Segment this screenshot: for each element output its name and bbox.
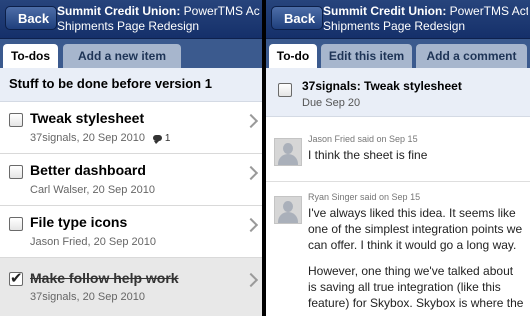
todo-checkbox[interactable] — [9, 217, 23, 231]
todo-checkbox[interactable] — [9, 113, 23, 127]
item-meta: Carl Walser, 20 Sep 2010 — [30, 184, 155, 196]
todo-checkbox[interactable] — [278, 83, 292, 97]
divider — [266, 181, 530, 182]
todo-detail-screen: Back Summit Credit Union: PowerTMS Activ… — [266, 0, 530, 316]
todo-due-date: Due Sep 20 — [302, 97, 361, 109]
comment-author: Jason Fried said on Sep 15 — [308, 134, 418, 144]
chevron-right-icon — [243, 217, 259, 233]
tab-bar: To-dos Add a new item — [0, 39, 262, 68]
todo-header: 37signals: Tweak stylesheet Due Sep 20 — [266, 68, 530, 117]
list-item[interactable]: Better dashboard Carl Walser, 20 Sep 201… — [0, 154, 262, 206]
project-name-line2: Shipments Page Redesign — [323, 19, 466, 33]
comment: Jason Fried said on Sep 15 I think the s… — [266, 130, 530, 180]
tab-add-comment[interactable]: Add a comment — [416, 44, 527, 68]
project-name-line1: PowerTMS Active — [449, 4, 528, 18]
org-name: Summit Credit Union: — [323, 4, 447, 18]
tab-edit-item[interactable]: Edit this item — [321, 44, 412, 68]
project-title: Summit Credit Union: PowerTMS Active Shi… — [323, 4, 528, 34]
list-item[interactable]: Tweak stylesheet 37signals, 20 Sep 2010 … — [0, 102, 262, 154]
list-title: Stuff to be done before version 1 — [0, 68, 262, 102]
tab-todos[interactable]: To-dos — [3, 44, 58, 68]
chevron-right-icon — [243, 165, 259, 181]
item-title: Tweak stylesheet — [30, 110, 145, 126]
item-meta: 37signals, 20 Sep 2010 1 — [30, 132, 171, 145]
back-button[interactable]: Back — [5, 6, 58, 30]
item-title: Better dashboard — [30, 162, 146, 178]
chevron-right-icon — [243, 272, 259, 288]
avatar — [274, 196, 302, 224]
tab-bar: To-do Edit this item Add a comment — [266, 39, 530, 68]
comment: Ryan Singer said on Sep 15 I've always l… — [266, 188, 530, 316]
comment-bubble-icon — [153, 135, 163, 145]
chevron-right-icon — [243, 113, 259, 129]
list-item[interactable]: Make follow help work 37signals, 20 Sep … — [0, 258, 262, 316]
org-name: Summit Credit Union: — [57, 4, 181, 18]
list-item[interactable]: File type icons Jason Fried, 20 Sep 2010 — [0, 206, 262, 258]
todo-checkbox[interactable] — [9, 165, 23, 179]
item-meta: Jason Fried, 20 Sep 2010 — [30, 236, 156, 248]
todo-checkbox-checked[interactable] — [9, 269, 23, 287]
item-title: File type icons — [30, 214, 128, 230]
comment-text: I've always liked this idea. It seems li… — [308, 206, 524, 310]
comment-count-badge: 1 — [153, 133, 170, 145]
tab-todo[interactable]: To-do — [269, 44, 317, 68]
todo-title: 37signals: Tweak stylesheet — [302, 79, 462, 93]
back-button[interactable]: Back — [271, 6, 324, 30]
avatar — [274, 138, 302, 166]
tab-add-new-item[interactable]: Add a new item — [63, 44, 181, 68]
todo-list-screen: Back Summit Credit Union: PowerTMS Activ… — [0, 0, 262, 316]
item-title: Make follow help work — [30, 270, 179, 286]
navigation-bar: Back Summit Credit Union: PowerTMS Activ… — [0, 0, 262, 39]
item-meta: 37signals, 20 Sep 2010 — [30, 291, 145, 303]
project-name-line1: PowerTMS Active — [183, 4, 260, 18]
project-name-line2: Shipments Page Redesign — [57, 19, 200, 33]
comment-author: Ryan Singer said on Sep 15 — [308, 192, 421, 202]
navigation-bar: Back Summit Credit Union: PowerTMS Activ… — [266, 0, 530, 39]
project-title: Summit Credit Union: PowerTMS Active Shi… — [57, 4, 260, 34]
comment-text: I think the sheet is fine — [308, 148, 428, 162]
